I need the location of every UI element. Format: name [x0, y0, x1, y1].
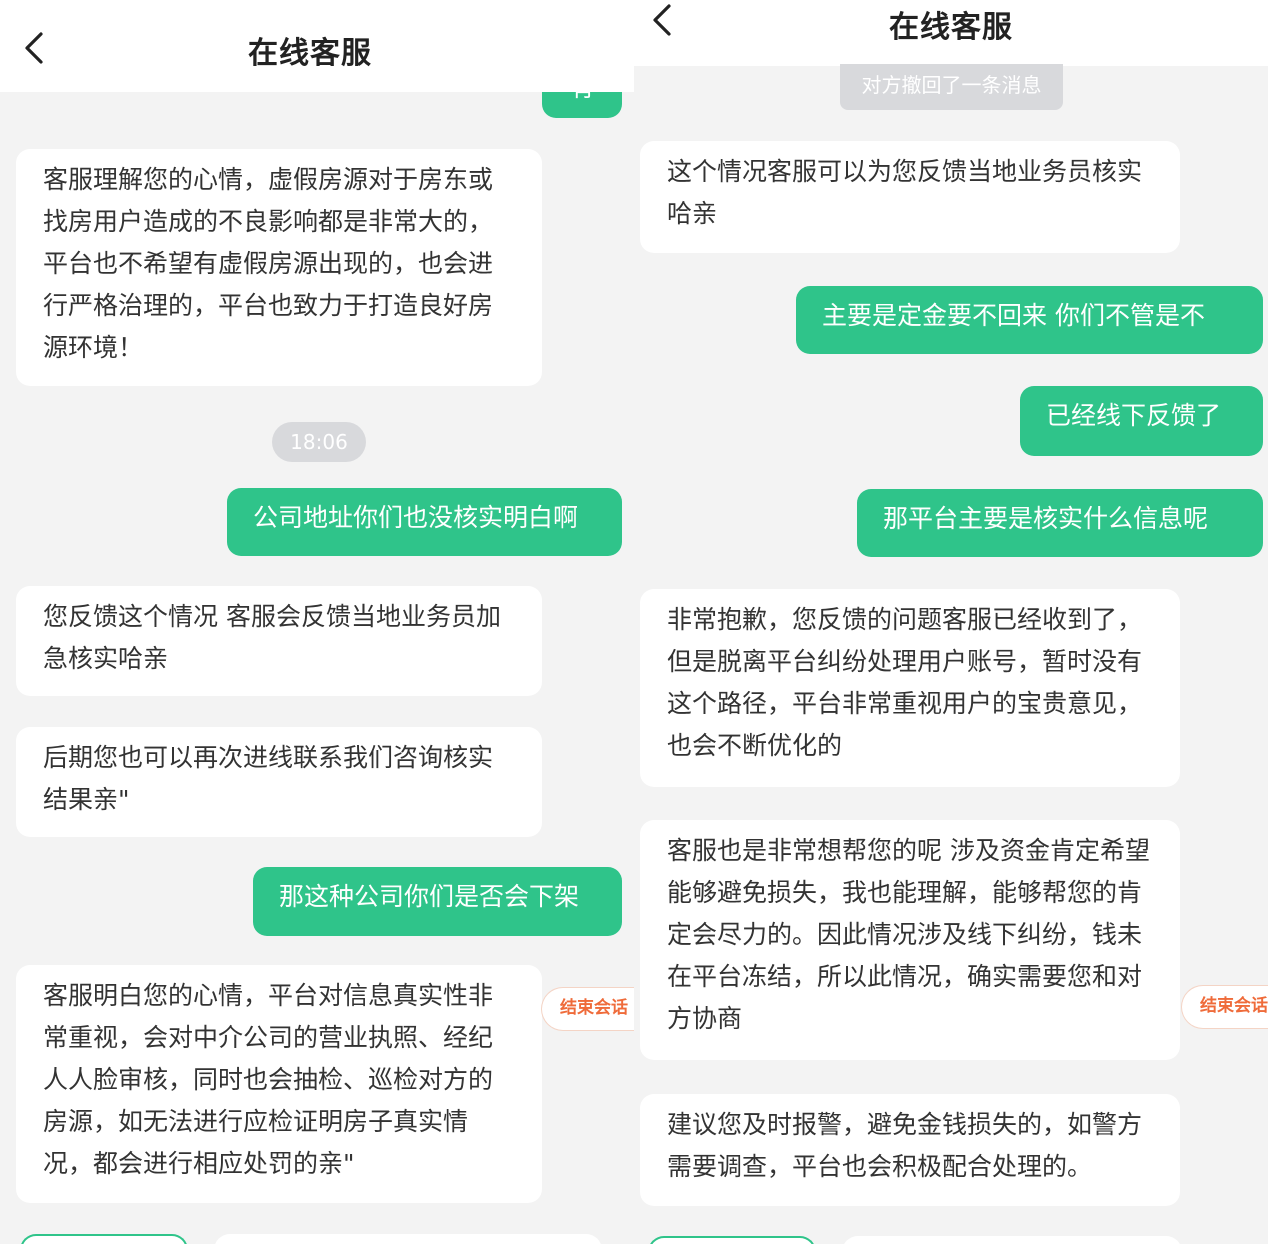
quick-reply-chip[interactable]	[214, 1234, 602, 1244]
agent-message-bubble: 非常抱歉，您反馈的问题客服已经收到了，但是脱离平台纠纷处理用户账号，暂时没有这个…	[640, 589, 1180, 787]
chat-header: 在线客服	[0, 0, 634, 92]
agent-message-bubble: 客服理解您的心情，虚假房源对于房东或找房用户造成的不良影响都是非常大的，平台也不…	[16, 149, 542, 386]
chat-header: 在线客服	[634, 0, 1268, 66]
recall-notice: 对方撤回了一条消息	[840, 64, 1063, 110]
user-message-bubble: 那这种公司你们是否会下架	[253, 867, 622, 936]
user-message-bubble: 已经线下反馈了	[1020, 386, 1263, 456]
page-title: 在线客服	[248, 36, 372, 71]
timestamp-badge: 18:06	[272, 422, 366, 462]
chat-panel-left: 有 在线客服 客服理解您的心情，虚假房源对于房东或找房用户造成的不良影响都是非常…	[0, 0, 634, 1244]
quick-reply-chip[interactable]	[842, 1236, 1182, 1244]
agent-message-bubble: 您反馈这个情况 客服会反馈当地业务员加急核实哈亲	[16, 586, 542, 696]
user-message-bubble: 公司地址你们也没核实明白啊	[227, 488, 622, 556]
end-session-button[interactable]: 结束会话	[1181, 985, 1268, 1029]
user-message-bubble: 那平台主要是核实什么信息呢	[857, 489, 1263, 557]
quick-reply-chip[interactable]	[20, 1234, 188, 1244]
agent-message-bubble: 客服明白您的心情，平台对信息真实性非常重视，会对中介公司的营业执照、经纪人人脸审…	[16, 965, 542, 1203]
agent-message-bubble: 客服也是非常想帮您的呢 涉及资金肯定希望能够避免损失，我也能理解，能够帮您的肯定…	[640, 820, 1180, 1060]
quick-reply-chip[interactable]	[648, 1236, 816, 1244]
page-title: 在线客服	[889, 10, 1013, 45]
end-session-button[interactable]: 结束会话	[541, 987, 634, 1031]
chat-panel-right: 在线客服 对方撤回了一条消息 这个情况客服可以为您反馈当地业务员核实哈亲 主要是…	[634, 0, 1268, 1244]
agent-message-bubble: 建议您及时报警，避免金钱损失的，如警方需要调查，平台也会积极配合处理的。	[640, 1094, 1180, 1206]
agent-message-bubble: 后期您也可以再次进线联系我们咨询核实结果亲"	[16, 727, 542, 837]
user-message-bubble: 主要是定金要不回来 你们不管是不	[796, 286, 1263, 354]
agent-message-bubble: 这个情况客服可以为您反馈当地业务员核实哈亲	[640, 141, 1180, 253]
